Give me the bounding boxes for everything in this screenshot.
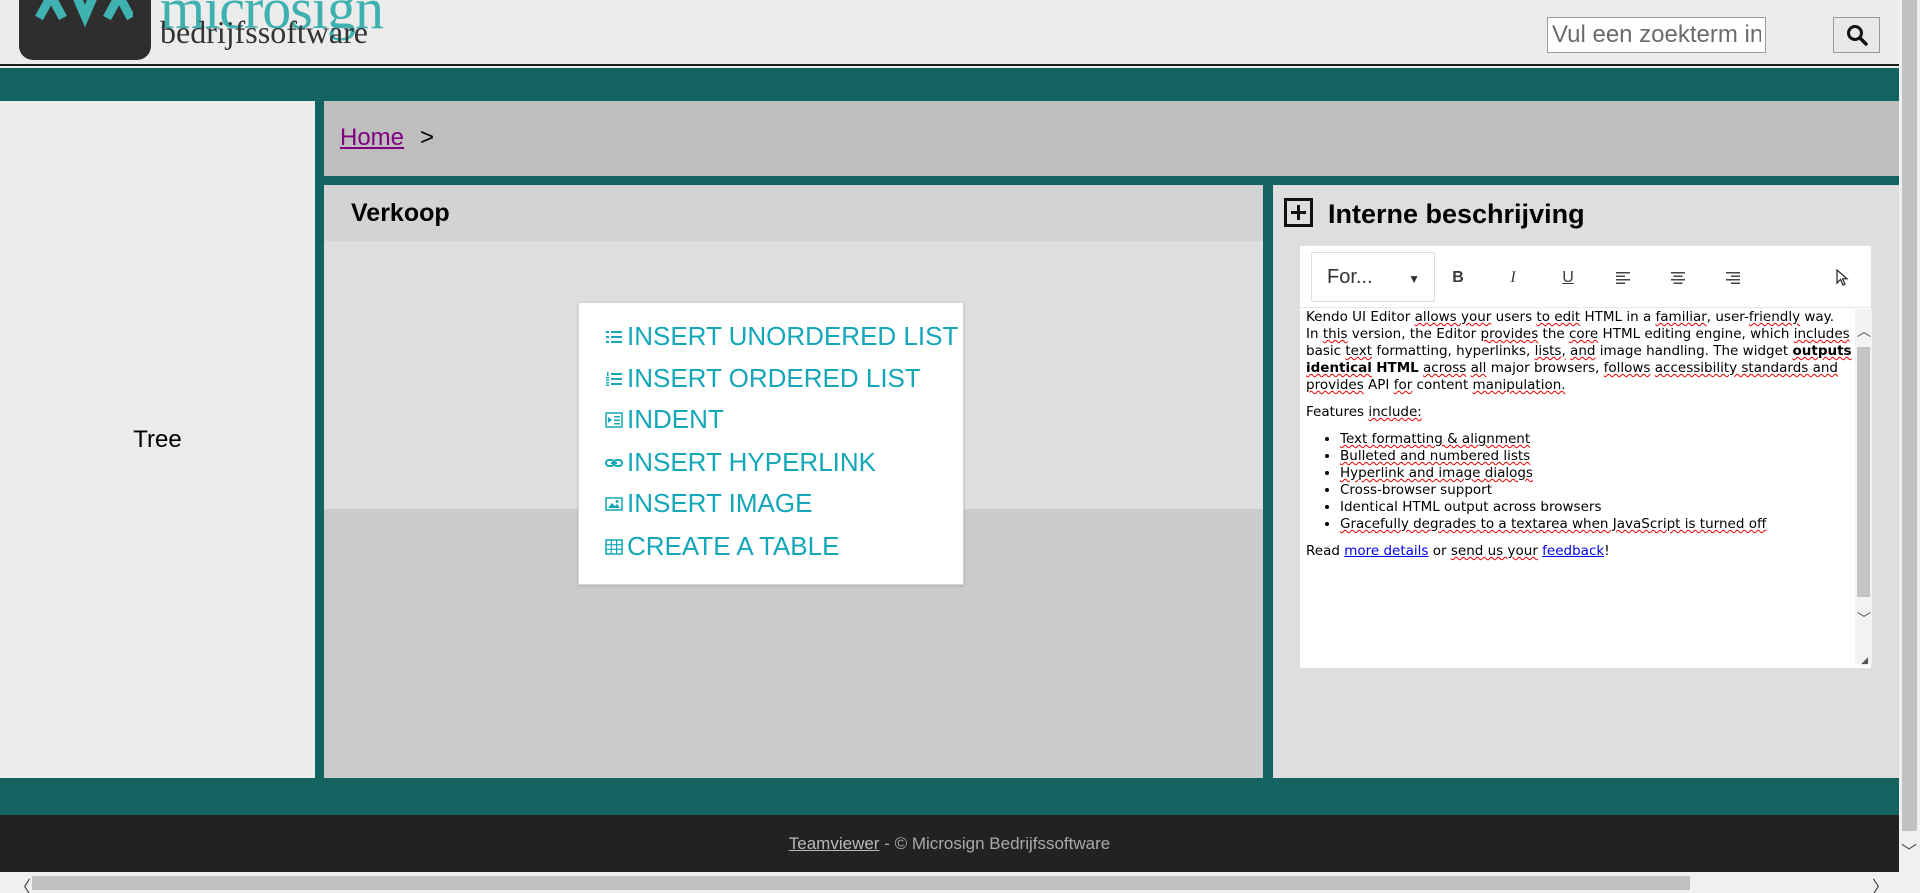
panel-divider	[315, 101, 324, 778]
verkoop-title: Verkoop	[351, 199, 450, 227]
list-item: Identical HTML output across browsers	[1340, 499, 1854, 516]
chevron-up-icon[interactable]: ︿	[1857, 321, 1871, 341]
footer-copyright: - © Microsign Bedrijfssoftware	[879, 833, 1111, 853]
insert-menu-popup: INSERT UNORDERED LIST INSERT ORDERED LIS…	[578, 302, 964, 585]
hyperlink-icon	[604, 453, 624, 473]
chevron-down-icon: ▼	[1408, 272, 1420, 286]
chevron-down-icon[interactable]: ﹀	[1901, 838, 1917, 862]
more-details-link[interactable]: more details	[1344, 543, 1428, 559]
editor-scrollbar[interactable]: ︿ ﹀	[1855, 309, 1872, 664]
search-button[interactable]	[1833, 17, 1880, 53]
more-tools-button[interactable]	[1830, 268, 1856, 288]
menu-item-indent[interactable]: INDENT	[604, 404, 724, 435]
menu-item-label: INSERT UNORDERED LIST	[627, 321, 959, 351]
align-left-button[interactable]	[1610, 268, 1636, 288]
page-horizontal-scrollbar-thumb[interactable]	[32, 876, 1690, 890]
unordered-list-icon	[604, 327, 624, 347]
verkoop-header: Verkoop	[324, 185, 1263, 241]
breadcrumb-separator: >	[420, 124, 435, 151]
menu-item-insert-unordered-list[interactable]: INSERT UNORDERED LIST	[604, 321, 958, 352]
logo-mark	[19, 0, 151, 60]
page-vertical-scrollbar-thumb[interactable]	[1902, 0, 1917, 831]
italic-button[interactable]: I	[1500, 268, 1526, 288]
format-dropdown[interactable]: For... ▼	[1311, 252, 1435, 302]
plus-box-icon	[1291, 205, 1306, 220]
format-dropdown-value: For...	[1327, 265, 1373, 288]
logo-mark-icon	[35, 0, 133, 28]
chevron-right-icon[interactable]: 〉	[1872, 873, 1889, 893]
list-item: Text formatting & alignment	[1340, 431, 1854, 448]
list-item: Bulleted and numbered lists	[1340, 448, 1854, 465]
panel-divider	[324, 176, 1899, 185]
list-item: Gracefully degrades to a textarea when J…	[1340, 516, 1854, 533]
align-left-icon	[1616, 272, 1630, 284]
panel-divider	[1263, 185, 1273, 778]
page-horizontal-scrollbar[interactable]: 〈 〉	[0, 872, 1920, 893]
align-center-icon	[1671, 272, 1685, 284]
search-icon	[1846, 25, 1868, 46]
site-footer: Teamviewer - © Microsign Bedrijfssoftwar…	[0, 815, 1899, 872]
bold-button[interactable]: B	[1445, 268, 1471, 288]
editor-paragraph-1: Kendo UI Editor allows your users to edi…	[1306, 309, 1852, 393]
menu-item-label: INSERT HYPERLINK	[627, 447, 877, 477]
align-right-button[interactable]	[1720, 268, 1746, 288]
top-accent-bar	[0, 68, 1899, 101]
editor-scrollbar-thumb[interactable]	[1857, 347, 1870, 597]
editor-paragraph-features: Features include:	[1306, 404, 1422, 420]
chevron-down-icon[interactable]: ﹀	[1857, 609, 1871, 629]
table-icon	[604, 537, 624, 557]
indent-icon	[604, 410, 624, 430]
italic-icon: I	[1510, 269, 1516, 286]
menu-item-label: INSERT ORDERED LIST	[627, 363, 921, 393]
resize-handle-icon[interactable]: ◢	[1861, 655, 1868, 666]
menu-item-label: INSERT IMAGE	[627, 488, 813, 518]
search-input[interactable]	[1547, 17, 1766, 53]
interne-beschrijving-title: Interne beschrijving	[1328, 199, 1585, 229]
bold-icon: B	[1452, 269, 1464, 286]
cursor-icon	[1836, 269, 1849, 286]
site-header: microsign bedrijfssoftware	[0, 0, 1899, 66]
menu-item-create-table[interactable]: CREATE A TABLE	[604, 531, 839, 562]
menu-item-insert-hyperlink[interactable]: INSERT HYPERLINK	[604, 447, 876, 478]
logo-subtitle: bedrijfssoftware	[160, 14, 368, 50]
editor-toolbar: For... ▼ B I U	[1300, 246, 1873, 308]
editor-paragraph-read: Read more details or send us your feedba…	[1306, 543, 1610, 559]
list-item: Hyperlink and image dialogs	[1340, 465, 1854, 482]
menu-item-label: CREATE A TABLE	[627, 531, 840, 561]
underline-button[interactable]: U	[1555, 268, 1581, 288]
align-center-button[interactable]	[1665, 268, 1691, 288]
editor-feature-list: Text formatting & alignment Bulleted and…	[1306, 431, 1854, 533]
ordered-list-icon	[604, 369, 624, 389]
align-right-icon	[1726, 272, 1740, 284]
teamviewer-link[interactable]: Teamviewer	[789, 834, 880, 854]
menu-item-insert-image[interactable]: INSERT IMAGE	[604, 488, 812, 519]
menu-item-label: INDENT	[627, 404, 724, 434]
expand-button[interactable]	[1284, 198, 1313, 227]
interne-beschrijving-panel: Interne beschrijving For... ▼ B I U Kend…	[1273, 185, 1899, 778]
chevron-left-icon[interactable]: 〈	[14, 873, 31, 893]
breadcrumb: Home >	[324, 101, 1899, 176]
breadcrumb-home-link[interactable]: Home	[340, 124, 404, 152]
underline-icon: U	[1562, 269, 1574, 286]
list-item: Cross-browser support	[1340, 482, 1854, 499]
image-icon	[604, 494, 624, 514]
feedback-link[interactable]: feedback	[1542, 543, 1604, 559]
tree-panel: Tree	[0, 101, 315, 778]
menu-item-insert-ordered-list[interactable]: INSERT ORDERED LIST	[604, 363, 921, 394]
tree-label: Tree	[133, 426, 182, 453]
rich-text-editor: For... ▼ B I U Kendo UI Editor allows yo…	[1299, 245, 1873, 669]
bottom-accent-bar	[0, 778, 1899, 815]
editor-content[interactable]: Kendo UI Editor allows your users to edi…	[1306, 309, 1854, 664]
page-vertical-scrollbar[interactable]: ﹀	[1899, 0, 1920, 872]
